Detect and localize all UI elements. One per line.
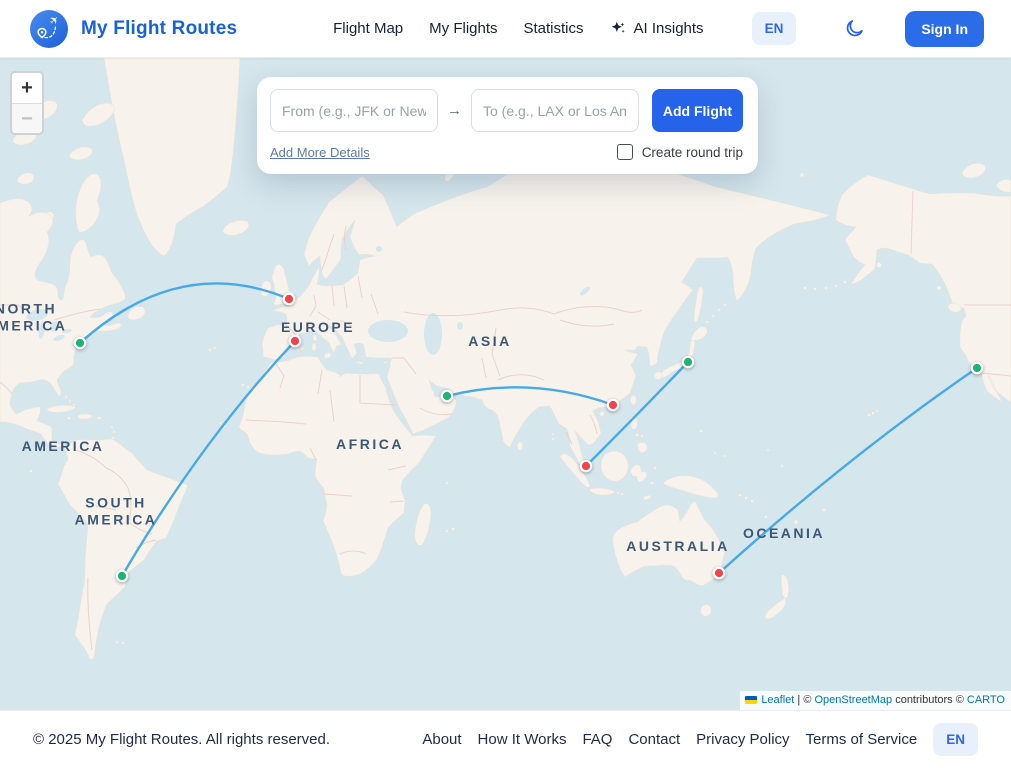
from-input[interactable] <box>270 89 438 132</box>
flight-map[interactable]: NORTH AMERICAEUROPEASIAAMERICAAFRICASOUT… <box>0 58 1011 710</box>
footer-link-faq[interactable]: FAQ <box>582 731 612 748</box>
leaflet-link[interactable]: Leaflet <box>761 694 794 706</box>
add-more-details-link[interactable]: Add More Details <box>270 145 370 160</box>
airport-marker-origin[interactable] <box>75 338 85 348</box>
footer-link-about[interactable]: About <box>422 731 461 748</box>
language-button[interactable]: EN <box>752 12 797 45</box>
airport-marker-destination[interactable] <box>714 568 724 578</box>
ukraine-flag-icon <box>745 696 757 704</box>
header: ✈ My Flight Routes Flight Map My Flights… <box>0 0 1011 58</box>
airport-marker-destination[interactable] <box>284 294 294 304</box>
copyright-text: © 2025 My Flight Routes. All rights rese… <box>33 731 330 748</box>
map-zoom-control: + − <box>10 71 44 135</box>
sign-in-button[interactable]: Sign In <box>905 11 984 47</box>
dark-mode-toggle[interactable] <box>844 18 865 39</box>
arrow-right-icon: → <box>447 102 462 119</box>
moon-icon <box>844 18 865 39</box>
airport-marker-origin[interactable] <box>972 363 982 373</box>
footer: © 2025 My Flight Routes. All rights rese… <box>0 710 1011 768</box>
footer-nav: About How It Works FAQ Contact Privacy P… <box>422 723 978 756</box>
round-trip-label: Create round trip <box>642 145 743 160</box>
add-flight-card: → Add Flight Add More Details Create rou… <box>257 77 758 174</box>
logo-icon: ✈ <box>30 10 68 48</box>
footer-link-how-it-works[interactable]: How It Works <box>478 731 567 748</box>
round-trip-checkbox[interactable] <box>617 144 633 160</box>
airport-marker-destination[interactable] <box>608 400 618 410</box>
nav-my-flights[interactable]: My Flights <box>429 20 497 37</box>
main-nav: Flight Map My Flights Statistics AI Insi… <box>333 11 984 47</box>
footer-link-contact[interactable]: Contact <box>628 731 680 748</box>
airport-marker-origin[interactable] <box>117 571 127 581</box>
airport-marker-destination[interactable] <box>581 461 591 471</box>
footer-language-button[interactable]: EN <box>933 723 978 756</box>
attribution-contributors: contributors © <box>892 694 967 706</box>
footer-link-terms[interactable]: Terms of Service <box>806 731 918 748</box>
airport-marker-origin[interactable] <box>683 357 693 367</box>
zoom-in-button[interactable]: + <box>12 73 42 103</box>
brand-logo[interactable]: ✈ My Flight Routes <box>30 10 237 48</box>
zoom-out-button[interactable]: − <box>12 103 42 133</box>
nav-flight-map[interactable]: Flight Map <box>333 20 403 37</box>
airport-marker-origin[interactable] <box>442 391 452 401</box>
add-flight-button[interactable]: Add Flight <box>652 89 743 132</box>
osm-link[interactable]: OpenStreetMap <box>814 694 892 706</box>
svg-text:✈: ✈ <box>47 13 62 28</box>
to-input[interactable] <box>471 89 639 132</box>
carto-link[interactable]: CARTO <box>967 694 1005 706</box>
footer-link-privacy[interactable]: Privacy Policy <box>696 731 789 748</box>
flight-route-line <box>719 368 977 573</box>
nav-statistics[interactable]: Statistics <box>524 20 584 37</box>
airport-marker-destination[interactable] <box>290 336 300 346</box>
brand-title: My Flight Routes <box>81 18 237 40</box>
sparkle-icon <box>610 20 627 37</box>
attribution-separator: | © <box>794 694 814 706</box>
nav-ai-insights[interactable]: AI Insights <box>610 20 704 37</box>
map-attribution: Leaflet | © OpenStreetMap contributors ©… <box>740 691 1011 710</box>
